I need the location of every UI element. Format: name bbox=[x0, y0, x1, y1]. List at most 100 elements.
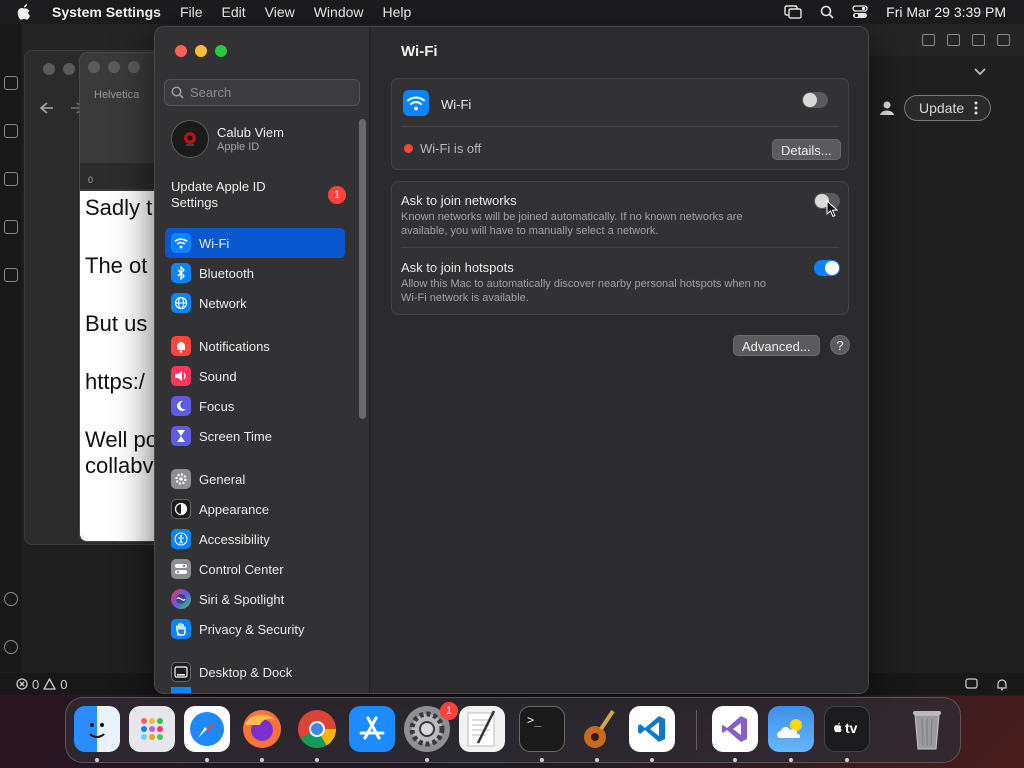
menu-bar-clock[interactable]: Fri Mar 29 3:39 PM bbox=[886, 4, 1006, 20]
sidebar-item-privacy-security[interactable]: Privacy & Security bbox=[165, 614, 345, 644]
wifi-pane: Wi-Fi Wi-Fi Wi-Fi is off Details... Ask … bbox=[370, 27, 868, 693]
account-icon[interactable] bbox=[4, 592, 18, 606]
dock-garageband-icon[interactable] bbox=[574, 706, 620, 752]
sidebar-item-wifi[interactable]: Wi-Fi bbox=[165, 228, 345, 258]
menu-window[interactable]: Window bbox=[314, 4, 364, 20]
close-window-button[interactable] bbox=[175, 45, 187, 57]
warning-icon[interactable] bbox=[43, 678, 57, 690]
chevron-down-icon[interactable] bbox=[973, 64, 987, 78]
toggle-sidebar-icon[interactable] bbox=[922, 34, 935, 46]
dock-safari-icon[interactable] bbox=[184, 706, 230, 752]
join-settings-card: Ask to join networks Known networks will… bbox=[391, 181, 849, 315]
appearance-icon bbox=[171, 499, 191, 519]
dock: 1 >_ tv bbox=[65, 697, 961, 763]
sidebar-item-desktop-dock[interactable]: Desktop & Dock bbox=[165, 657, 345, 687]
extensions-icon[interactable] bbox=[4, 268, 18, 282]
dock-firefox-icon[interactable] bbox=[239, 706, 285, 752]
error-count[interactable]: 0 bbox=[32, 677, 39, 692]
sidebar-item-control-center[interactable]: Control Center bbox=[165, 554, 345, 584]
more-icon[interactable] bbox=[974, 101, 978, 115]
source-control-icon[interactable] bbox=[4, 172, 18, 186]
sidebar-item-appearance[interactable]: Appearance bbox=[165, 494, 345, 524]
menu-view[interactable]: View bbox=[265, 4, 295, 20]
wifi-large-icon bbox=[403, 90, 429, 116]
menu-edit[interactable]: Edit bbox=[222, 4, 246, 20]
sidebar-item-screen-time[interactable]: Screen Time bbox=[165, 421, 345, 451]
dock-weather-icon[interactable] bbox=[768, 706, 814, 752]
wifi-label: Wi-Fi bbox=[441, 97, 472, 112]
explorer-icon[interactable] bbox=[4, 76, 18, 90]
help-button[interactable]: ? bbox=[830, 335, 850, 355]
dock-icon bbox=[171, 662, 191, 682]
menu-help[interactable]: Help bbox=[383, 4, 412, 20]
sidebar-item-partial[interactable] bbox=[165, 687, 345, 693]
background-editor-pane bbox=[868, 56, 1024, 673]
ask-networks-description: Known networks will be joined automatica… bbox=[401, 211, 743, 237]
dock-apple-tv-icon[interactable]: tv bbox=[824, 706, 870, 752]
zoom-window-button[interactable] bbox=[215, 45, 227, 57]
search-input[interactable] bbox=[190, 85, 350, 100]
update-badge: 1 bbox=[328, 186, 346, 204]
dock-trash-icon[interactable] bbox=[904, 706, 950, 752]
control-center-icon bbox=[171, 559, 191, 579]
dock-visual-studio-icon[interactable] bbox=[712, 706, 758, 752]
update-button[interactable]: Update bbox=[904, 95, 992, 121]
debug-icon[interactable] bbox=[4, 220, 18, 234]
moon-icon bbox=[171, 396, 191, 416]
dock-launchpad-icon[interactable] bbox=[129, 706, 175, 752]
account-subtitle: Apple ID bbox=[217, 141, 260, 153]
spotlight-search-icon[interactable] bbox=[820, 5, 834, 19]
sidebar-item-accessibility[interactable]: Accessibility bbox=[165, 524, 345, 554]
notifications-bell-icon[interactable] bbox=[996, 678, 1008, 691]
apple-id-account[interactable]: Calub Viem Apple ID bbox=[171, 119, 351, 159]
sidebar-item-siri-spotlight[interactable]: Siri & Spotlight bbox=[165, 584, 345, 614]
wifi-status: Wi-Fi is off bbox=[420, 141, 482, 156]
dock-vscode-icon[interactable] bbox=[629, 706, 675, 752]
update-apple-id-settings[interactable]: Update Apple ID Settings 1 bbox=[171, 179, 346, 213]
manage-gear-icon[interactable] bbox=[4, 640, 18, 654]
minimize-window-button[interactable] bbox=[195, 45, 207, 57]
screen-mirroring-icon[interactable] bbox=[784, 5, 802, 19]
details-button[interactable]: Details... bbox=[772, 139, 841, 160]
sidebar-scrollbar[interactable] bbox=[359, 119, 366, 419]
wifi-toggle[interactable] bbox=[802, 92, 828, 108]
sidebar-item-sound[interactable]: Sound bbox=[165, 361, 345, 391]
layout-controls bbox=[922, 34, 1010, 46]
search-icon[interactable] bbox=[4, 124, 18, 138]
sidebar-item-general[interactable]: General bbox=[165, 464, 345, 494]
settings-sidebar: Calub Viem Apple ID Update Apple ID Sett… bbox=[155, 27, 370, 693]
speaker-icon bbox=[171, 366, 191, 386]
toggle-secondary-sidebar-icon[interactable] bbox=[972, 34, 985, 46]
sidebar-item-focus[interactable]: Focus bbox=[165, 391, 345, 421]
dock-finder-icon[interactable] bbox=[74, 706, 120, 752]
ask-hotspots-description: Allow this Mac to automatically discover… bbox=[401, 278, 767, 304]
customize-layout-icon[interactable] bbox=[997, 34, 1010, 46]
sidebar-item-bluetooth[interactable]: Bluetooth bbox=[165, 258, 345, 288]
search-field[interactable] bbox=[164, 79, 360, 106]
person-icon[interactable] bbox=[878, 99, 896, 117]
sidebar-item-network[interactable]: Network bbox=[165, 288, 345, 318]
error-icon[interactable] bbox=[16, 678, 28, 690]
toggle-panel-icon[interactable] bbox=[947, 34, 960, 46]
control-center-icon[interactable] bbox=[852, 5, 868, 19]
menu-file[interactable]: File bbox=[180, 4, 203, 20]
apple-menu-icon[interactable] bbox=[16, 3, 40, 21]
dock-textedit-icon[interactable] bbox=[459, 706, 505, 752]
accessibility-icon bbox=[171, 529, 191, 549]
dock-chrome-icon[interactable] bbox=[294, 706, 340, 752]
background-update-area: Update bbox=[878, 94, 1006, 122]
sidebar-group-desktop: Desktop & Dock bbox=[165, 657, 345, 693]
sidebar-item-notifications[interactable]: Notifications bbox=[165, 331, 345, 361]
feedback-icon[interactable] bbox=[965, 677, 978, 691]
advanced-button[interactable]: Advanced... bbox=[733, 335, 820, 356]
system-settings-window: Calub Viem Apple ID Update Apple ID Sett… bbox=[154, 26, 869, 694]
displays-icon bbox=[171, 687, 191, 693]
dock-terminal-icon[interactable]: >_ bbox=[519, 706, 565, 752]
menu-bar: System Settings File Edit View Window He… bbox=[0, 0, 1024, 24]
menu-app-name[interactable]: System Settings bbox=[52, 4, 161, 20]
search-icon bbox=[171, 86, 184, 99]
dock-app-store-icon[interactable] bbox=[349, 706, 395, 752]
warning-count[interactable]: 0 bbox=[60, 677, 67, 692]
siri-icon bbox=[171, 589, 191, 609]
ask-hotspots-toggle[interactable] bbox=[814, 260, 840, 276]
